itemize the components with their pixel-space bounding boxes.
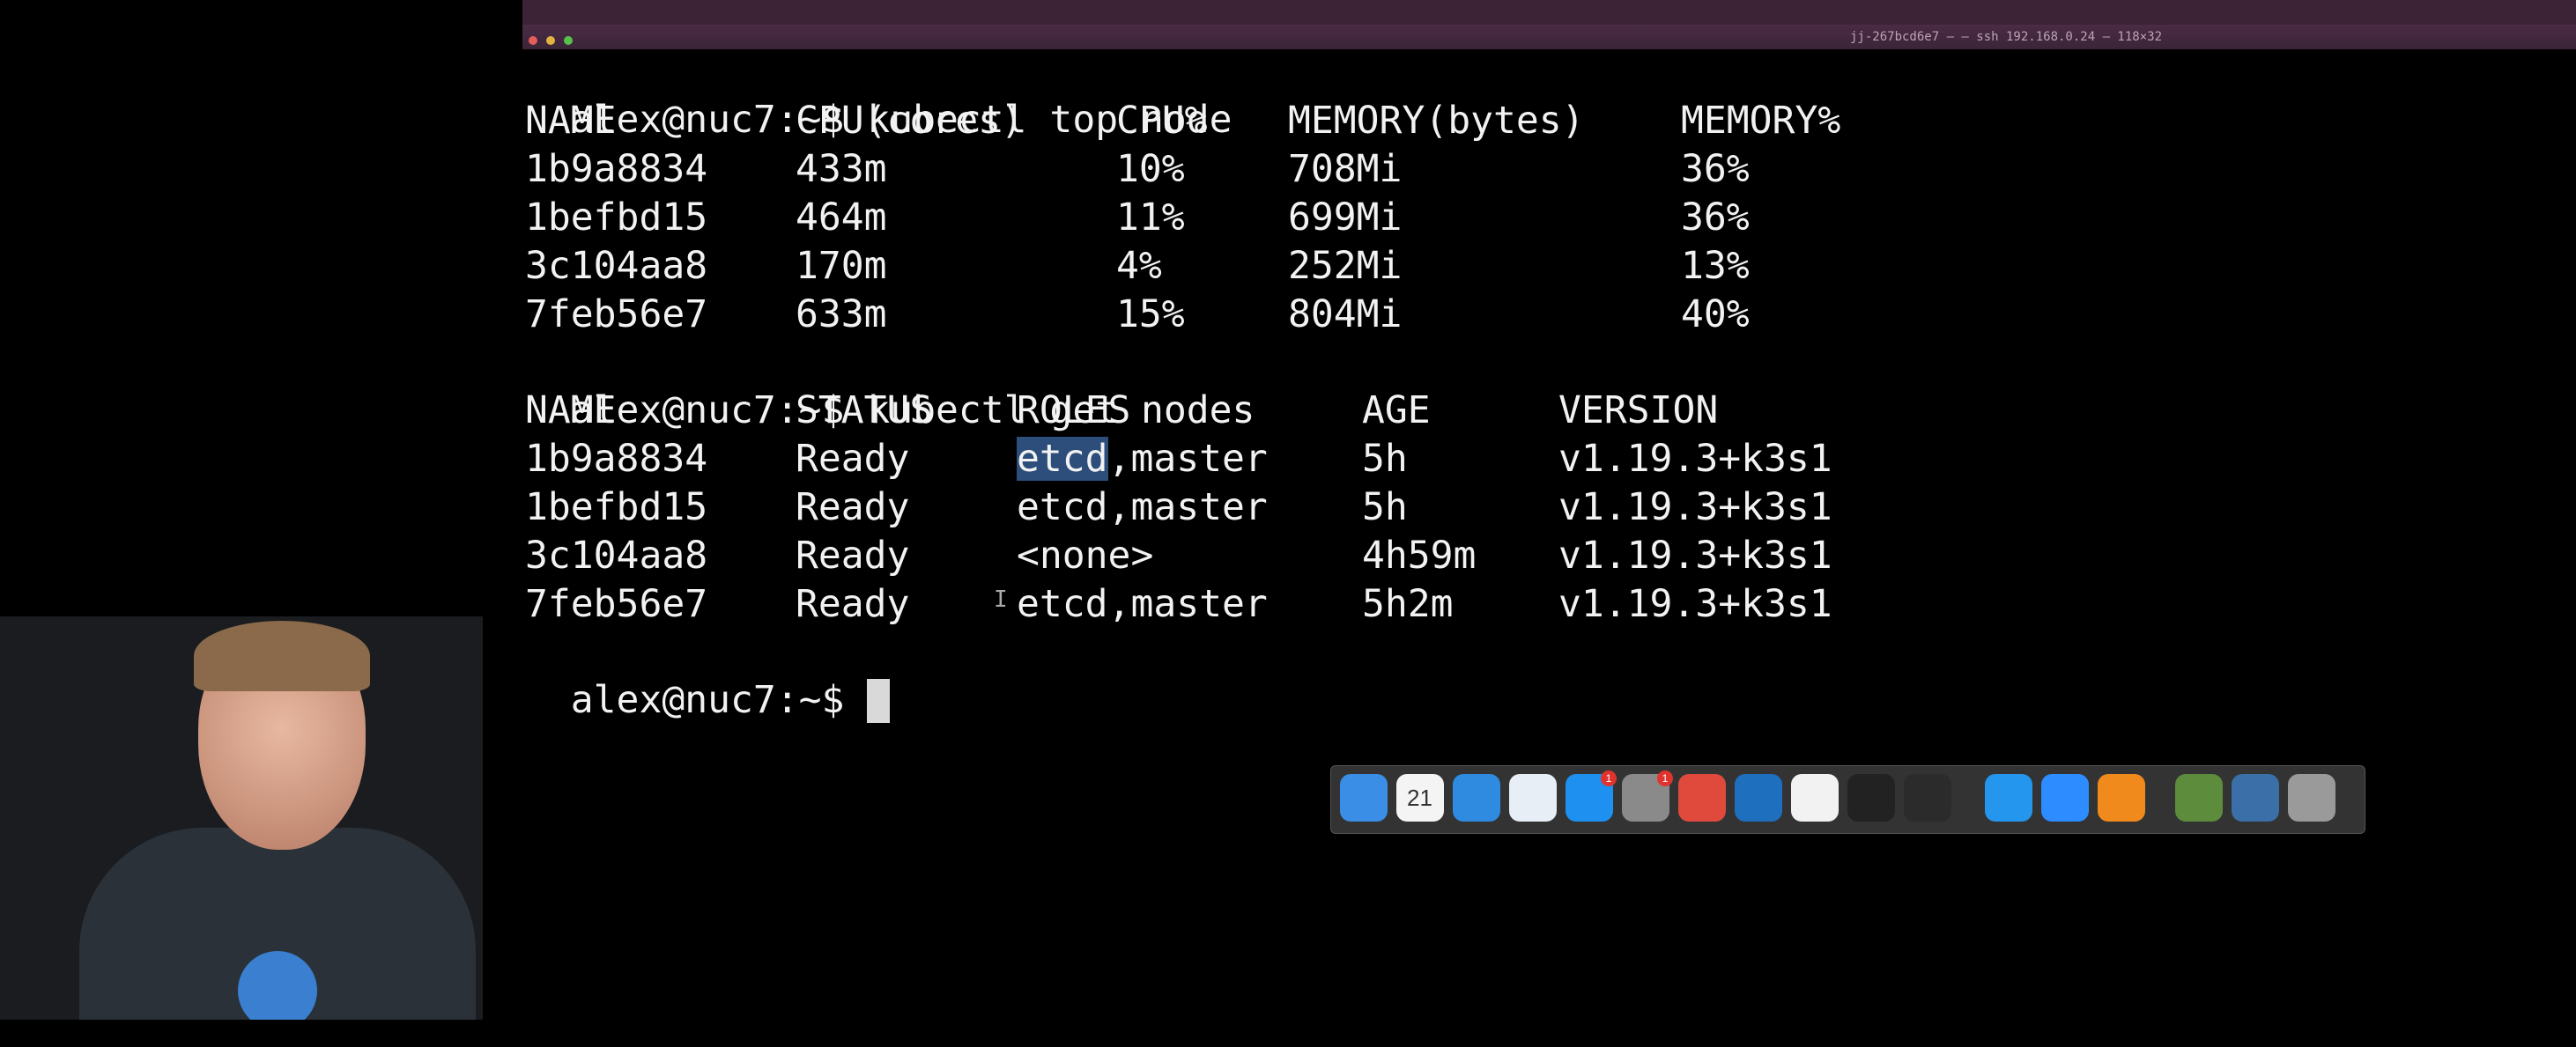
memory-bytes: 804Mi (1288, 292, 1403, 336)
macos-dock: 21 1 1 (1330, 765, 2365, 834)
table-row: 7feb56e7 Ready etcd,master 5h2m v1.19.3+… (525, 580, 1847, 629)
node-name: 3c104aa8 (525, 244, 708, 288)
docker-icon[interactable] (1985, 774, 2032, 822)
selected-text[interactable]: etcd (1017, 437, 1108, 481)
node-age: 5h (1362, 437, 1408, 481)
top-header-row: NAME CPU(cores) CPU% MEMORY(bytes) MEMOR… (525, 97, 1847, 145)
table-row: 3c104aa8 170m 4% 252Mi 13% (525, 242, 1847, 291)
terminal-icon[interactable] (1847, 774, 1895, 822)
cpu-percent: 11% (1116, 195, 1185, 240)
node-age: 5h (1362, 485, 1408, 529)
webcam-overlay (0, 616, 483, 1020)
system-preferences-icon[interactable]: 1 (1622, 771, 1673, 822)
node-name: 1befbd15 (525, 195, 708, 240)
cpu-percent: 4% (1116, 244, 1162, 288)
command-line-1: alex@nuc7:~$ kubectl top node (525, 48, 1232, 142)
node-status: Ready (796, 485, 910, 529)
minimize-window-button[interactable] (546, 36, 555, 45)
column-header: ROLES (1017, 388, 1131, 432)
window-top-strip (522, 0, 2576, 25)
trash-icon[interactable] (2288, 774, 2335, 822)
prompt: alex@nuc7:~$ (570, 678, 868, 722)
roles-rest: ,master (1107, 437, 1268, 481)
window-title: jj-267bcd6e7 — — ssh 192.168.0.24 — 118×… (1850, 30, 2163, 44)
column-header: VERSION (1558, 388, 1719, 432)
node-version: v1.19.3+k3s1 (1558, 485, 1832, 529)
text-cursor-ibeam-icon: I (994, 586, 1008, 613)
column-header: MEMORY% (1681, 99, 1841, 143)
cpu-cores: 170m (796, 244, 887, 288)
column-header: CPU% (1116, 99, 1208, 143)
node-name: 1befbd15 (525, 485, 708, 529)
command-line-3[interactable]: alex@nuc7:~$ (525, 628, 891, 723)
node-name: 3c104aa8 (525, 534, 708, 578)
command-line-2: alex@nuc7:~$ kubectl get nodes (525, 338, 1255, 432)
table-row: 3c104aa8 Ready <none> 4h59m v1.19.3+k3s1 (525, 532, 1847, 580)
finder-icon[interactable] (1340, 774, 1388, 822)
node-name: 7feb56e7 (525, 292, 708, 336)
cpu-cores: 464m (796, 195, 887, 240)
node-name: 1b9a8834 (525, 147, 708, 191)
node-roles: etcd,master (1017, 485, 1268, 529)
node-version: v1.19.3+k3s1 (1558, 534, 1832, 578)
column-header: NAME (525, 388, 617, 432)
memory-bytes: 699Mi (1288, 195, 1403, 240)
node-roles[interactable]: etcd,master (1017, 435, 1268, 483)
chrome-icon[interactable] (1678, 774, 1726, 822)
cpu-percent: 15% (1116, 292, 1185, 336)
column-header: STATUS (796, 388, 933, 432)
preview-icon[interactable] (2175, 774, 2223, 822)
table-row: 1befbd15 464m 11% 699Mi 36% (525, 194, 1847, 242)
memory-bytes: 708Mi (1288, 147, 1403, 191)
vlc-icon[interactable] (2098, 774, 2145, 822)
memory-percent: 13% (1681, 244, 1750, 288)
node-version: v1.19.3+k3s1 (1558, 437, 1832, 481)
column-header: AGE (1362, 388, 1431, 432)
obs-icon[interactable] (1904, 774, 1951, 822)
close-window-button[interactable] (529, 36, 537, 45)
zoom-icon[interactable] (2041, 774, 2089, 822)
app-store-icon[interactable]: 1 (1566, 771, 1617, 822)
column-header: NAME (525, 99, 617, 143)
notification-badge: 1 (1601, 771, 1617, 786)
safari-icon[interactable] (1453, 774, 1500, 822)
node-status: Ready (796, 437, 910, 481)
node-name: 1b9a8834 (525, 437, 708, 481)
downloads-folder-icon[interactable] (2232, 774, 2279, 822)
node-age: 5h2m (1362, 582, 1454, 626)
node-age: 4h59m (1362, 534, 1477, 578)
cpu-percent: 10% (1116, 147, 1185, 191)
node-version: v1.19.3+k3s1 (1558, 582, 1832, 626)
column-header: CPU(cores) (796, 99, 1024, 143)
node-status: Ready (796, 582, 910, 626)
table-row: 1b9a8834 Ready etcd,master 5h v1.19.3+k3… (525, 435, 1847, 483)
keynote-icon[interactable] (1509, 774, 1557, 822)
slack-icon[interactable] (1791, 774, 1839, 822)
cpu-cores: 633m (796, 292, 887, 336)
node-roles: etcd,master (1017, 582, 1268, 626)
terminal-titlebar[interactable] (522, 25, 2576, 49)
calendar-date: 21 (1407, 785, 1432, 811)
presenter-hair (194, 621, 370, 691)
memory-percent: 40% (1681, 292, 1750, 336)
nodes-header-row: NAME STATUS ROLES AGE VERSION (525, 387, 1847, 435)
memory-percent: 36% (1681, 195, 1750, 240)
cpu-cores: 433m (796, 147, 887, 191)
terminal-cursor (867, 679, 891, 723)
node-roles: <none> (1017, 534, 1154, 578)
memory-bytes: 252Mi (1288, 244, 1403, 288)
table-row: 1b9a8834 433m 10% 708Mi 36% (525, 145, 1847, 194)
calendar-icon[interactable]: 21 (1396, 774, 1444, 822)
vscode-icon[interactable] (1735, 774, 1782, 822)
notification-badge: 1 (1657, 771, 1673, 786)
memory-percent: 36% (1681, 147, 1750, 191)
node-status: Ready (796, 534, 910, 578)
table-row: 7feb56e7 633m 15% 804Mi 40% (525, 291, 1847, 339)
node-name: 7feb56e7 (525, 582, 708, 626)
zoom-window-button[interactable] (564, 36, 573, 45)
table-row: 1befbd15 Ready etcd,master 5h v1.19.3+k3… (525, 483, 1847, 532)
column-header: MEMORY(bytes) (1288, 99, 1585, 143)
